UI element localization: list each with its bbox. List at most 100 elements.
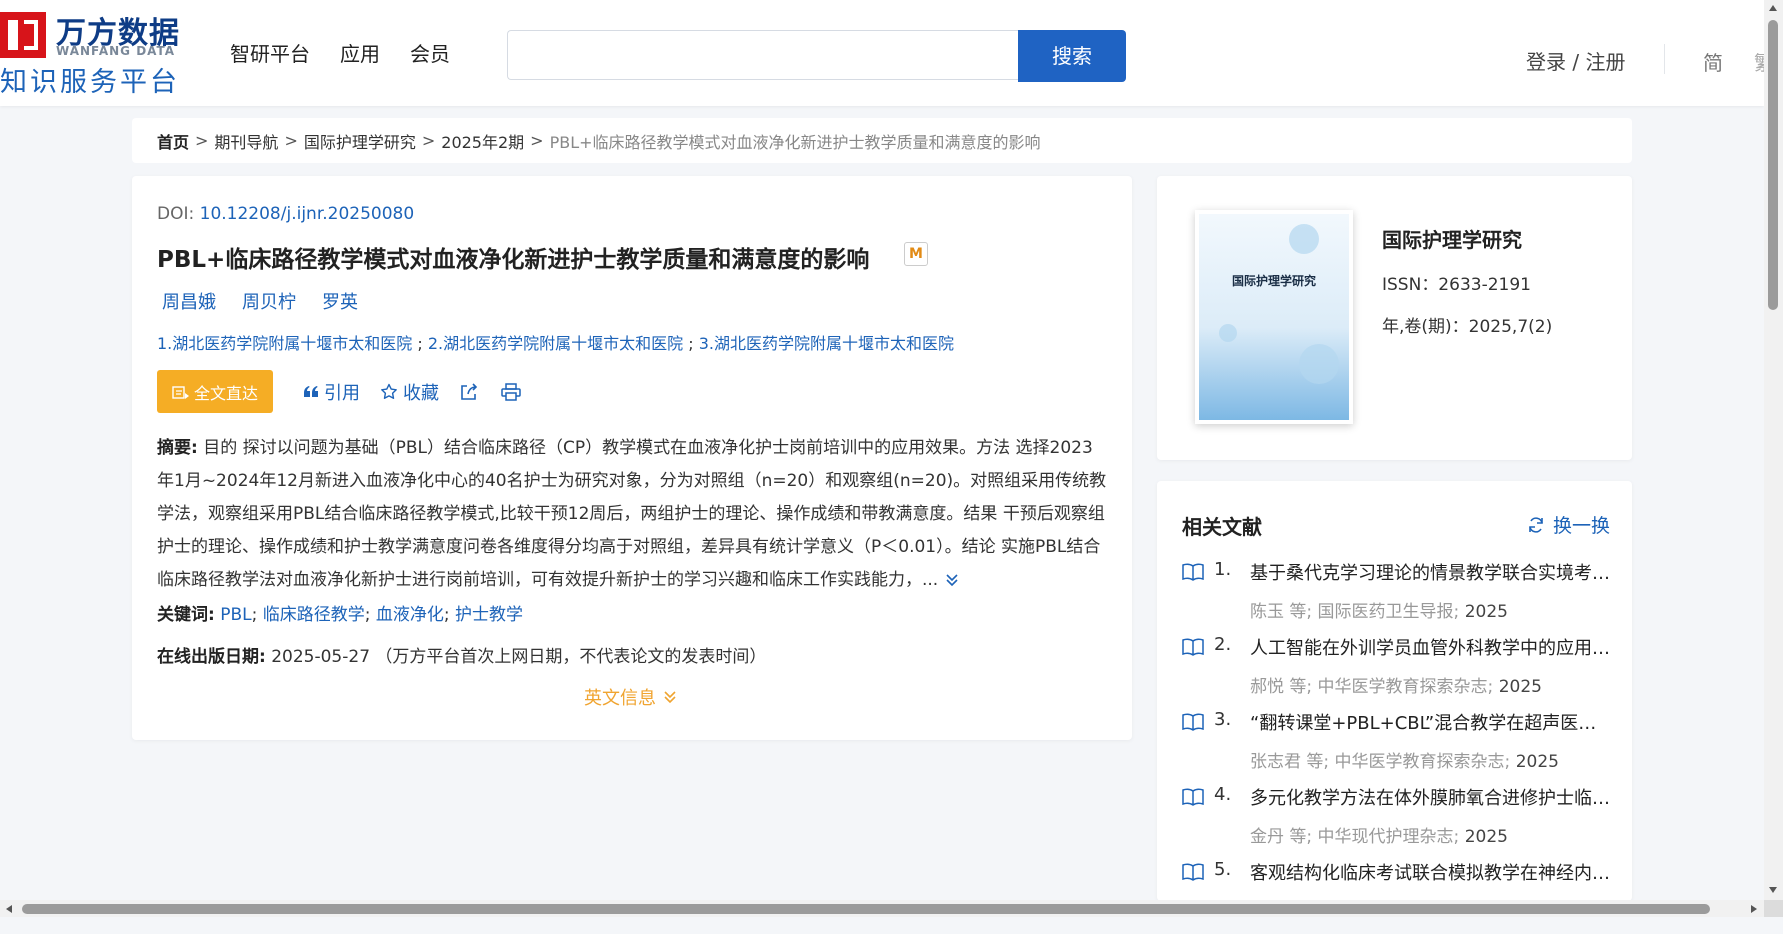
favorite-button[interactable]: 收藏 [380, 379, 439, 405]
related-year: 2025 [1498, 677, 1542, 697]
related-meta: 张志君 等; 中华医学教育探索杂志; 2025 [1250, 752, 1559, 772]
doi-link[interactable]: 10.12208/j.ijnr.20250080 [200, 204, 415, 224]
breadcrumb-journal[interactable]: 国际护理学研究 [304, 129, 416, 153]
related-etal: 等; [1289, 827, 1313, 847]
related-heading: 相关文献 [1182, 515, 1262, 539]
fulltext-label: 全文直达 [193, 383, 258, 403]
abstract: 摘要: 目的 探讨以问题为基础（PBL）结合临床路径（CP）教学模式在血液净化护… [157, 432, 1107, 597]
refresh-button[interactable]: 换一换 [1527, 511, 1610, 538]
affiliation-link[interactable]: 3.湖北医药学院附属十堰市太和医院 [699, 334, 954, 353]
related-title-link[interactable]: 多元化教学方法在体外膜肺氧合进修护士临床带教中... [1250, 784, 1610, 810]
journal-volume: 年,卷(期)：2025,7(2) [1382, 317, 1553, 337]
related-author[interactable]: 郝悦 [1250, 677, 1284, 697]
english-info-label: 英文信息 [584, 688, 656, 709]
nav-item-zhiyan[interactable]: 智研平台 [230, 38, 310, 67]
related-journal[interactable]: 中华医学教育探索杂志 [1318, 677, 1488, 697]
quote-icon [304, 385, 318, 397]
main-nav: 智研平台 应用 会员 [230, 38, 450, 67]
cover-decoration [1299, 344, 1339, 384]
cover-decoration [1289, 224, 1319, 254]
breadcrumb-current: PBL+临床路径教学模式对血液净化新进护士教学质量和满意度的影响 [549, 132, 1041, 152]
share-icon [461, 382, 478, 400]
breadcrumb-separator: > [195, 131, 209, 150]
related-etal: 等; [1306, 752, 1330, 772]
keyword-separator: ; [443, 605, 450, 625]
keywords-line: 关键词: PBL; 临床路径教学; 血液净化; 护士教学 [157, 600, 523, 625]
related-literature-card: 相关文献 换一换 1. 基于桑代克学习理论的情景教学联合实境考核法在... 陈玉… [1157, 481, 1632, 901]
horizontal-scrollbar[interactable] [0, 900, 1764, 917]
vertical-scrollbar[interactable] [1764, 0, 1783, 900]
keyword-separator: ; [251, 605, 258, 625]
mendeley-badge-icon[interactable]: M [904, 242, 928, 266]
cite-label: 引用 [324, 382, 360, 404]
related-journal[interactable]: 中华现代护理杂志 [1318, 827, 1454, 847]
journal-name[interactable]: 国际护理学研究 [1382, 224, 1522, 253]
scroll-up-arrow-icon[interactable] [1768, 4, 1778, 12]
related-title-link[interactable]: 客观结构化临床考试联合模拟教学在神经内科教学中... [1250, 859, 1610, 885]
book-icon [1182, 713, 1204, 731]
breadcrumb-issue[interactable]: 2025年2期 [441, 129, 524, 153]
nav-item-apps[interactable]: 应用 [340, 38, 380, 67]
author-link[interactable]: 罗英 [322, 288, 358, 314]
nav-item-membership[interactable]: 会员 [410, 38, 450, 67]
author-link[interactable]: 周昌娥 [162, 288, 216, 314]
cite-button[interactable]: 引用 [303, 379, 360, 405]
favorite-label: 收藏 [403, 382, 439, 404]
related-title-link[interactable]: 基于桑代克学习理论的情景教学联合实境考核法在... [1250, 559, 1610, 585]
breadcrumb-separator: > [284, 131, 298, 150]
list-item: 2. 人工智能在外训学员血管外科教学中的应用研究 郝悦 等; 中华医学教育探索杂… [1182, 634, 1612, 709]
document-icon [172, 385, 189, 399]
journal-card: 国际护理学研究 国际护理学研究 ISSN：2633-2191 年,卷(期)：20… [1157, 176, 1632, 460]
scroll-down-arrow-icon[interactable] [1768, 886, 1778, 894]
scroll-right-arrow-icon[interactable] [1750, 904, 1758, 914]
related-journal[interactable]: 国际医药卫生导报 [1318, 602, 1454, 622]
chevron-double-down-icon [664, 691, 676, 704]
lang-traditional-toggle[interactable]: 繁 [1754, 47, 1764, 76]
breadcrumb-home[interactable]: 首页 [157, 129, 189, 153]
book-icon [1182, 788, 1204, 806]
related-title-link[interactable]: “翻转课堂+PBL+CBL”混合教学在超声医学规培中... [1250, 709, 1610, 735]
book-icon [1182, 863, 1204, 881]
related-title-link[interactable]: 人工智能在外训学员血管外科教学中的应用研究 [1250, 634, 1610, 660]
login-register-link[interactable]: 登录 / 注册 [1526, 46, 1625, 75]
affiliation-link[interactable]: 2.湖北医药学院附属十堰市太和医院 [428, 334, 683, 353]
keyword-link[interactable]: PBL [220, 605, 251, 625]
list-item: 3. “翻转课堂+PBL+CBL”混合教学在超声医学规培中... 张志君 等; … [1182, 709, 1612, 784]
related-list: 1. 基于桑代克学习理论的情景教学联合实境考核法在... 陈玉 等; 国际医药卫… [1182, 559, 1612, 934]
scroll-left-arrow-icon[interactable] [5, 904, 13, 914]
share-button[interactable] [459, 382, 479, 401]
related-author[interactable]: 陈玉 [1250, 602, 1284, 622]
expand-abstract-icon[interactable] [944, 572, 960, 588]
wanfang-logo[interactable]: 万方数据 WANFANG DATA 知识服务平台 [0, 8, 190, 98]
vertical-scroll-thumb[interactable] [1768, 20, 1778, 310]
related-year: 2025 [1464, 827, 1508, 847]
refresh-icon [1529, 516, 1543, 533]
scrollbar-corner [1764, 900, 1783, 917]
english-info-toggle[interactable]: 英文信息 [584, 684, 678, 710]
search-button[interactable]: 搜索 [1018, 30, 1126, 82]
doi-label: DOI: [157, 204, 195, 224]
list-item: 1. 基于桑代克学习理论的情景教学联合实境考核法在... 陈玉 等; 国际医药卫… [1182, 559, 1612, 634]
fulltext-button[interactable]: 全文直达 [157, 370, 273, 413]
lang-simplified-toggle[interactable]: 简 [1703, 47, 1723, 76]
author-link[interactable]: 周贝柠 [242, 288, 296, 314]
related-author[interactable]: 金丹 [1250, 827, 1284, 847]
related-year: 2025 [1515, 752, 1559, 772]
search-input[interactable] [508, 31, 1018, 79]
book-icon [1182, 638, 1204, 656]
keyword-link[interactable]: 临床路径教学 [263, 605, 365, 625]
affiliation-link[interactable]: 1.湖北医药学院附属十堰市太和医院 [157, 334, 412, 353]
item-number: 4. [1214, 784, 1232, 805]
breadcrumb-journal-nav[interactable]: 期刊导航 [214, 129, 278, 153]
keyword-link[interactable]: 血液净化 [376, 605, 444, 625]
item-number: 5. [1214, 859, 1232, 880]
breadcrumb: 首页 > 期刊导航 > 国际护理学研究 > 2025年2期 > PBL+临床路径… [132, 118, 1632, 163]
keyword-link[interactable]: 护士教学 [455, 605, 523, 625]
article-actions: 全文直达 引用 收藏 [157, 370, 521, 413]
horizontal-scroll-thumb[interactable] [22, 904, 1710, 914]
journal-cover-image[interactable]: 国际护理学研究 [1195, 210, 1353, 424]
related-journal[interactable]: 中华医学教育探索杂志 [1335, 752, 1505, 772]
cover-title: 国际护理学研究 [1231, 274, 1316, 288]
print-button[interactable] [501, 382, 521, 401]
related-author[interactable]: 张志君 [1250, 752, 1301, 772]
